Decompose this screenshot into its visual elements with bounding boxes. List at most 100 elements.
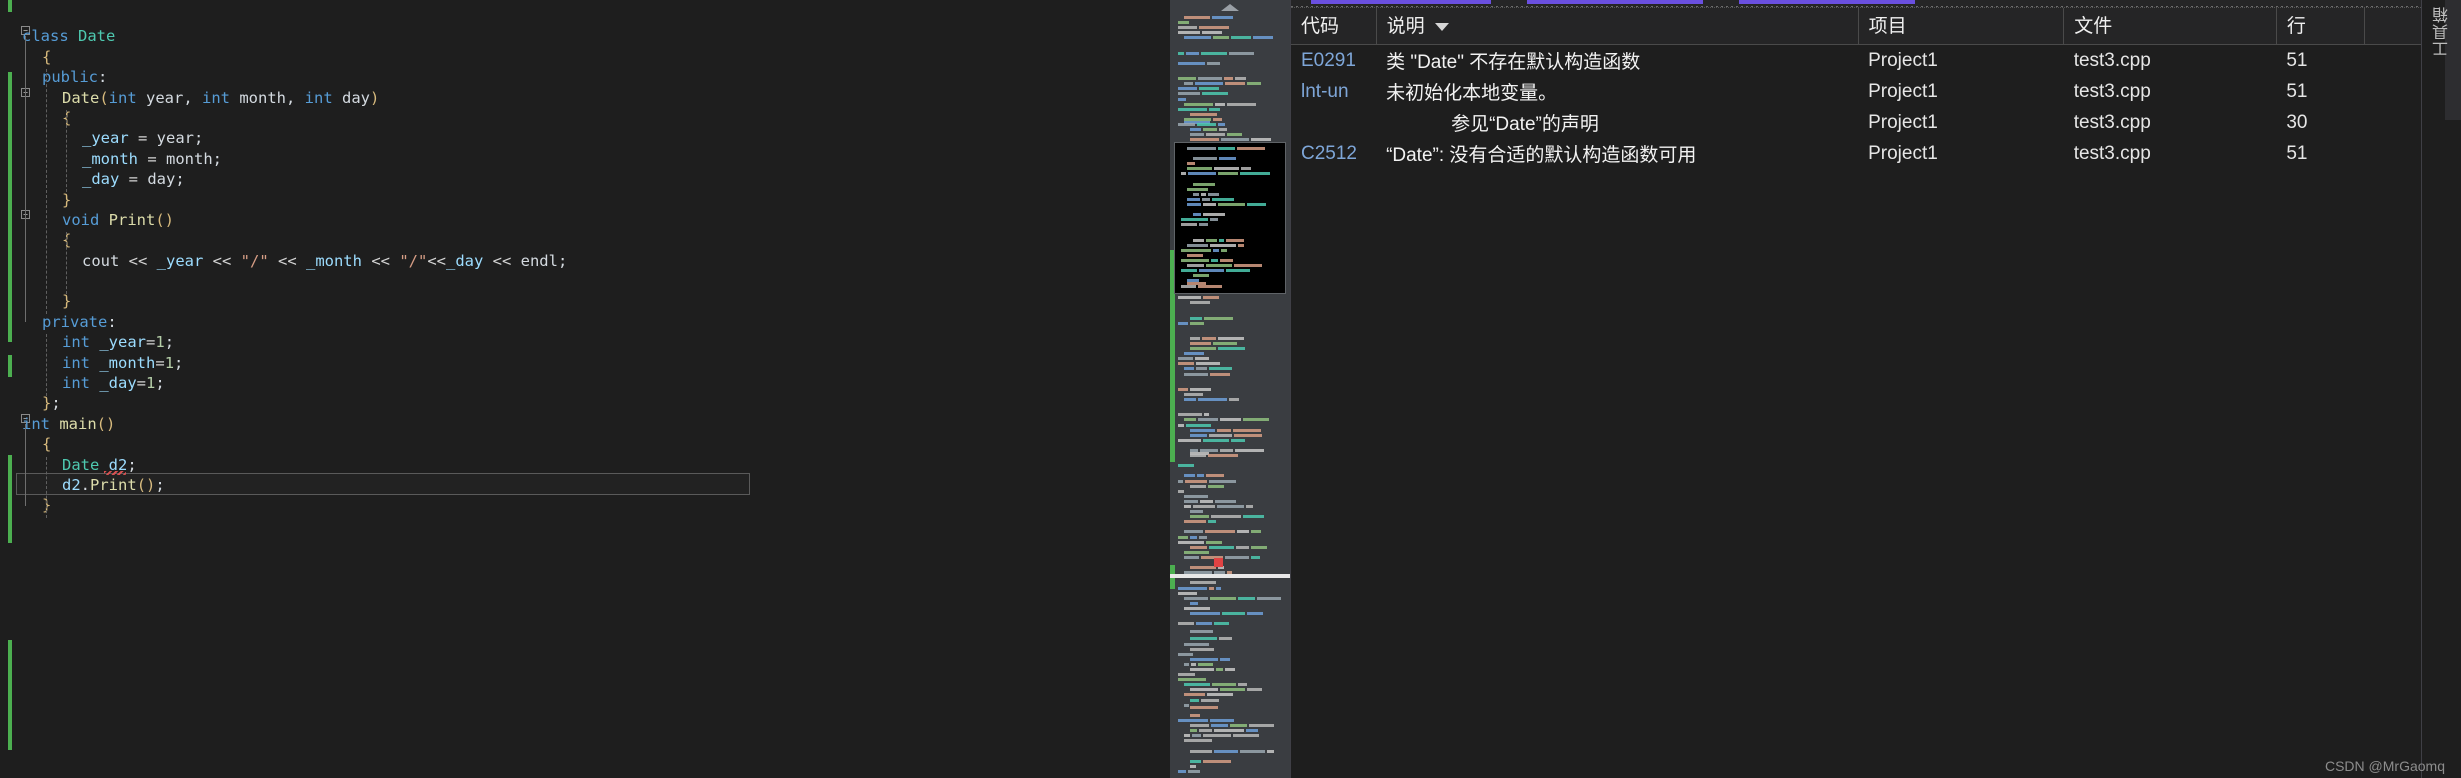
code-line[interactable]: public: — [0, 67, 1170, 87]
minimap-line — [1181, 182, 1281, 186]
code-line[interactable] — [0, 271, 1170, 291]
code-line[interactable]: d2.Print(); — [0, 475, 1170, 495]
code-line[interactable]: { — [0, 230, 1170, 250]
error-description-cell: 参见“Date”的声明 — [1451, 114, 1599, 135]
toolbar-filter-chip[interactable] — [1527, 0, 1703, 4]
minimap-line — [1178, 683, 1284, 687]
column-header-description[interactable]: 说明 — [1376, 8, 1859, 45]
minimap-token — [1190, 347, 1216, 351]
code-token: month — [166, 149, 213, 168]
code-text-area[interactable]: −class Date{public:−Date(int year, int m… — [0, 0, 1170, 778]
minimap-token — [1199, 729, 1212, 733]
scroll-up-arrow-icon[interactable] — [1221, 4, 1239, 11]
toolbar-filter-chip[interactable] — [1739, 0, 1915, 4]
minimap-token — [1218, 147, 1235, 150]
code-line[interactable]: } — [0, 495, 1170, 515]
toolbox-tab[interactable]: 工具箱 — [2430, 6, 2454, 57]
minimap-token — [1184, 555, 1199, 559]
column-header-line[interactable]: 行 — [2276, 8, 2365, 45]
minimap-token — [1178, 678, 1206, 682]
error-code-cell: E0291 — [1301, 49, 1356, 71]
code-line[interactable]: }; — [0, 393, 1170, 413]
error-list-row[interactable]: E0291 类 "Date" 不存在默认构造函数 Project1 test3.cpp… — [1291, 45, 2421, 77]
minimap-token — [1199, 87, 1219, 91]
minimap[interactable] — [1170, 0, 1290, 778]
code-token: _year — [99, 333, 147, 352]
code-line[interactable]: cout << _year << "/" << _month << "/"<<_… — [0, 251, 1170, 271]
error-list-toolbar[interactable] — [1291, 0, 2421, 8]
code-line[interactable]: _day = day; — [0, 169, 1170, 189]
toolbar-divider — [1291, 6, 2421, 7]
column-header-file[interactable]: 文件 — [2063, 8, 2277, 45]
minimap-line — [1178, 31, 1284, 35]
code-token: ; — [194, 129, 204, 148]
minimap-token — [1187, 243, 1208, 247]
column-header-project[interactable]: 项目 — [1858, 8, 2065, 45]
code-token: private — [42, 312, 108, 331]
error-list-panel[interactable]: 代码 说明 项目 文件 行 E0291 类 "Date" 不存在默认构造函数 Pro… — [1290, 0, 2421, 778]
code-token: { — [42, 47, 52, 66]
code-line[interactable]: Date(int year, int month, int day) — [0, 88, 1170, 108]
error-list-row[interactable]: C2512 “Date”: 没有合适的默认构造函数可用 Project1 test3.… — [1291, 138, 2421, 169]
minimap-token — [1190, 112, 1217, 116]
minimap-line — [1178, 586, 1284, 590]
column-header-code[interactable]: 代码 — [1291, 8, 1377, 45]
code-line[interactable]: { — [0, 108, 1170, 128]
minimap-line — [1178, 16, 1284, 19]
toolbar-filter-chip[interactable] — [1311, 0, 1491, 4]
minimap-token — [1246, 505, 1253, 508]
code-line[interactable]: int _year=1; — [0, 332, 1170, 352]
minimap-token — [1184, 739, 1212, 743]
code-line[interactable]: _month = month; — [0, 149, 1170, 169]
code-line[interactable]: int _day=1; — [0, 373, 1170, 393]
right-dock-rail[interactable]: 工具箱 — [2421, 0, 2461, 778]
sort-descending-icon[interactable] — [1434, 22, 1449, 31]
minimap-token — [1190, 657, 1218, 661]
fold-guide-line — [25, 97, 26, 200]
code-line[interactable] — [0, 6, 1170, 26]
code-line[interactable]: int _month=1; — [0, 353, 1170, 373]
code-editor-pane[interactable]: −class Date{public:−Date(int year, int m… — [0, 0, 1170, 778]
code-line[interactable]: } — [0, 190, 1170, 210]
minimap-viewport-box[interactable] — [1174, 142, 1286, 294]
code-token: year — [156, 129, 194, 148]
minimap-token — [1206, 474, 1224, 478]
minimap-line — [1178, 72, 1284, 75]
indent-guide — [66, 232, 67, 294]
minimap-token — [1187, 162, 1195, 166]
minimap-line — [1181, 162, 1281, 166]
code-line[interactable]: } — [0, 291, 1170, 311]
error-list-header-row: 代码 说明 项目 文件 行 — [1291, 8, 2421, 45]
minimap-token — [1184, 642, 1209, 646]
minimap-line — [1178, 678, 1284, 682]
error-list-table[interactable]: 代码 说明 项目 文件 行 E0291 类 "Date" 不存在默认构造函数 Pro… — [1291, 8, 2421, 169]
error-squiggle — [104, 470, 126, 475]
code-line[interactable]: { — [0, 434, 1170, 454]
minimap-line — [1178, 296, 1284, 300]
minimap-token — [1184, 683, 1210, 687]
minimap-token — [1178, 673, 1195, 677]
code-line[interactable]: class Date — [0, 26, 1170, 46]
minimap-line — [1178, 724, 1284, 728]
minimap-token — [1247, 611, 1263, 615]
code-line[interactable]: void Print() — [0, 210, 1170, 230]
minimap-token — [1220, 688, 1245, 692]
minimap-token — [1190, 601, 1198, 605]
minimap-token — [1208, 454, 1238, 458]
minimap-line — [1178, 122, 1284, 126]
minimap-token — [1220, 448, 1233, 452]
code-line[interactable]: _year = year; — [0, 128, 1170, 148]
minimap-token — [1209, 107, 1220, 111]
error-list-rows[interactable]: E0291 类 "Date" 不存在默认构造函数 Project1 test3.cpp… — [1291, 45, 2421, 170]
minimap-token — [1200, 499, 1213, 503]
code-line[interactable]: private: — [0, 312, 1170, 332]
error-code-cell: C2512 — [1301, 142, 1357, 164]
error-list-row[interactable]: 参见“Date”的声明 Project1 test3.cpp 30 — [1291, 107, 2421, 138]
code-line[interactable]: { — [0, 47, 1170, 67]
error-list-row[interactable]: lnt-un 未初始化本地变量。 Project1 test3.cpp 51 — [1291, 76, 2421, 107]
minimap-token — [1184, 392, 1203, 396]
minimap-token — [1210, 372, 1230, 376]
code-line[interactable]: int main() — [0, 414, 1170, 434]
minimap-line — [1181, 238, 1281, 242]
code-line[interactable]: Date d2; — [0, 455, 1170, 475]
